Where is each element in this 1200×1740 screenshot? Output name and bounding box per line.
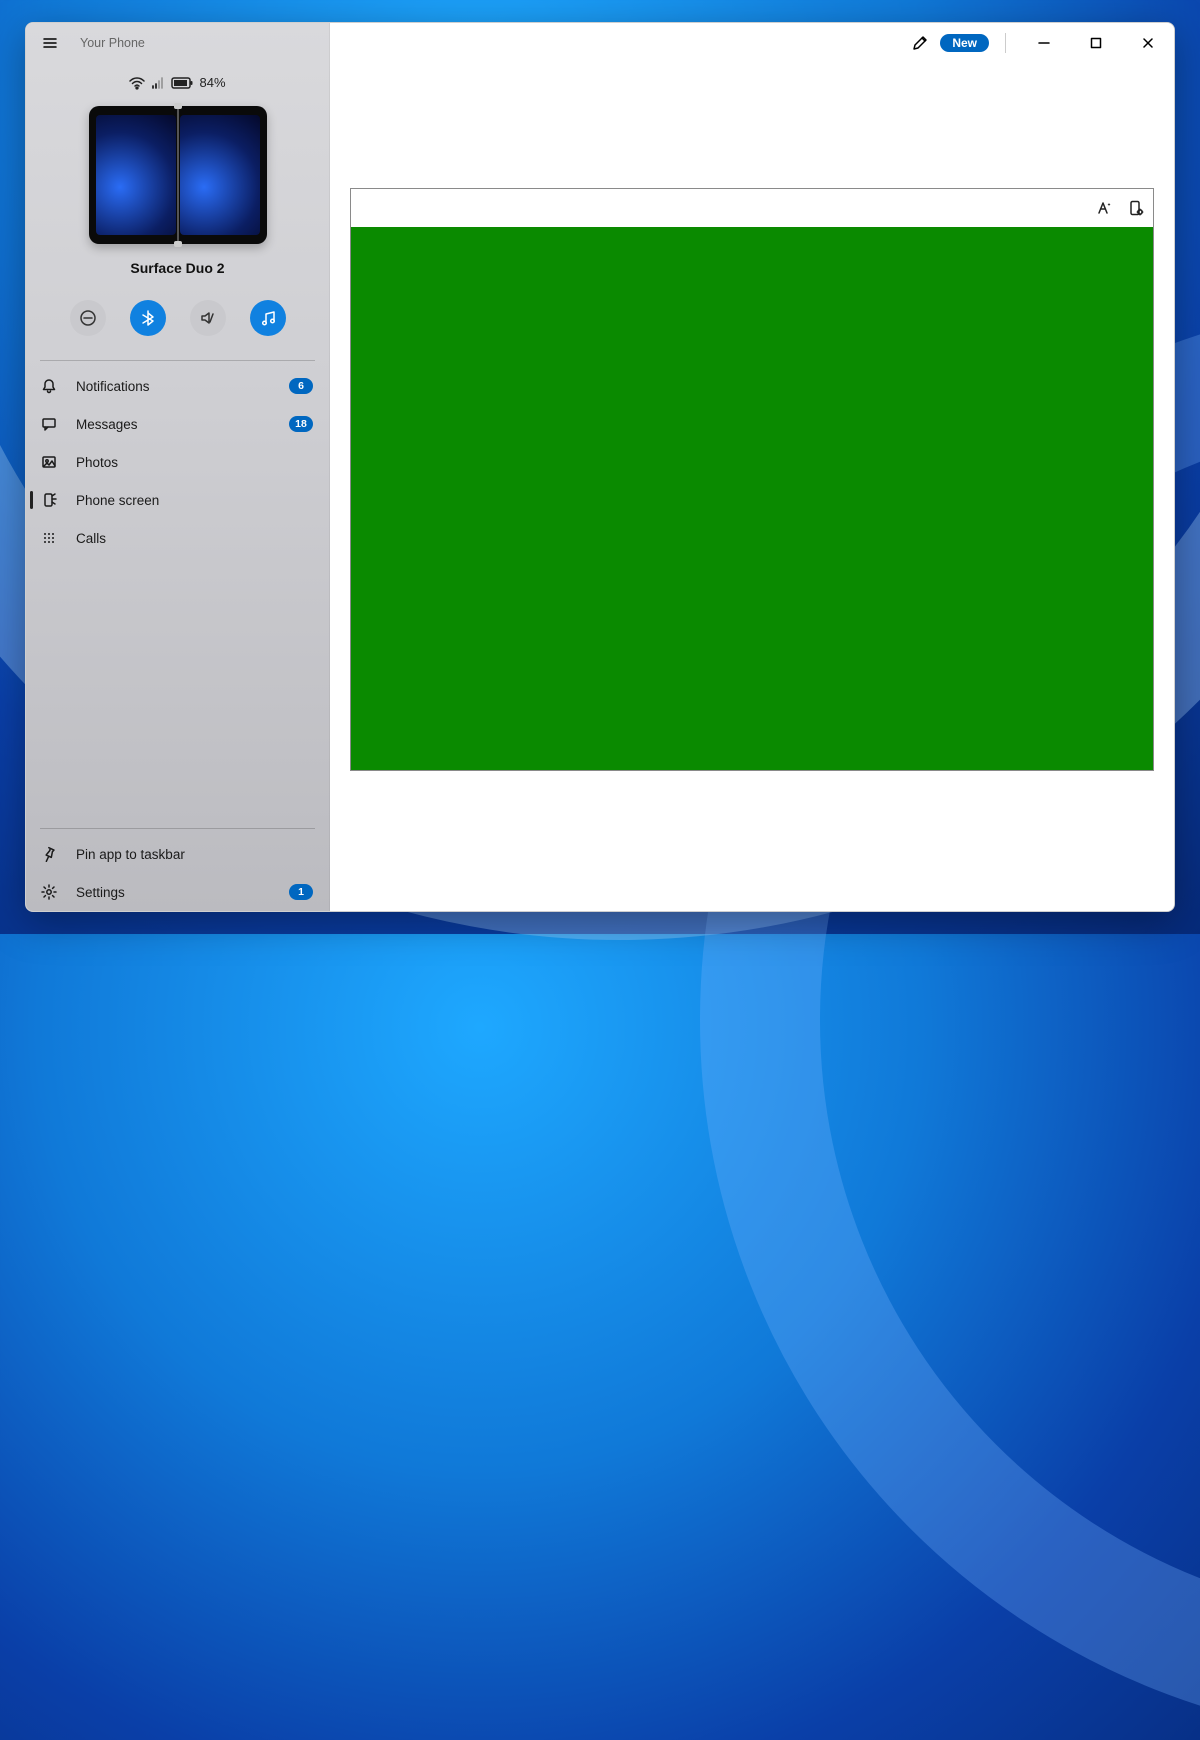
device-preview[interactable] <box>26 106 329 244</box>
footer-list: Pin app to taskbar Settings 1 <box>26 835 329 911</box>
photo-icon <box>40 454 58 470</box>
titlebar-left: Your Phone <box>26 23 329 63</box>
titlebar-right: New <box>330 23 1174 63</box>
nav-messages[interactable]: Messages 18 <box>26 405 329 443</box>
mirror-device-settings-button[interactable] <box>1125 197 1147 219</box>
nav-notifications-badge: 6 <box>289 378 313 394</box>
text-sparkle-icon <box>1096 200 1112 216</box>
gear-icon <box>40 884 58 900</box>
window-minimize-button[interactable] <box>1022 28 1066 58</box>
chat-icon <box>40 416 58 432</box>
nav-notifications[interactable]: Notifications 6 <box>26 367 329 405</box>
phone-mirror-frame <box>350 188 1154 771</box>
window-close-button[interactable] <box>1126 28 1170 58</box>
nav-messages-badge: 18 <box>289 416 313 432</box>
quick-actions-row <box>26 300 329 336</box>
wifi-icon <box>129 76 145 90</box>
pin-icon <box>40 846 58 862</box>
pin-app-label: Pin app to taskbar <box>76 847 185 862</box>
app-window: Your Phone 84% Surface Duo 2 <box>25 22 1175 912</box>
speaker-muted-icon <box>199 309 217 327</box>
nav-list: Notifications 6 Messages 18 Photos <box>26 367 329 557</box>
phone-mirror-surface[interactable] <box>351 227 1153 770</box>
mirror-text-action-button[interactable] <box>1093 197 1115 219</box>
settings-badge: 1 <box>289 884 313 900</box>
phone-gear-icon <box>1128 200 1144 216</box>
device-image <box>89 106 267 244</box>
content-area <box>330 63 1174 911</box>
nav-messages-label: Messages <box>76 417 138 432</box>
dnd-button[interactable] <box>70 300 106 336</box>
settings-button[interactable]: Settings 1 <box>26 873 329 911</box>
app-title: Your Phone <box>80 36 145 50</box>
battery-icon <box>171 77 193 89</box>
nav-calls-label: Calls <box>76 531 106 546</box>
device-hinge <box>177 106 179 244</box>
mirror-toolbar <box>351 189 1153 227</box>
nav-phone-screen[interactable]: Phone screen <box>26 481 329 519</box>
dialpad-icon <box>40 530 58 546</box>
battery-label: 84% <box>199 75 225 90</box>
whats-new-icon[interactable] <box>908 31 932 55</box>
new-pill[interactable]: New <box>940 34 989 52</box>
music-button[interactable] <box>250 300 286 336</box>
signal-icon <box>151 76 165 90</box>
sidebar: Your Phone 84% Surface Duo 2 <box>26 23 330 911</box>
bluetooth-button[interactable] <box>130 300 166 336</box>
main-pane: New <box>330 23 1174 911</box>
window-maximize-button[interactable] <box>1074 28 1118 58</box>
bluetooth-icon <box>139 309 157 327</box>
pin-app-button[interactable]: Pin app to taskbar <box>26 835 329 873</box>
maximize-icon <box>1090 37 1102 49</box>
mute-button[interactable] <box>190 300 226 336</box>
device-status-row: 84% <box>26 75 329 90</box>
close-icon <box>1142 37 1154 49</box>
sidebar-divider-bottom <box>40 828 315 829</box>
bell-icon <box>40 378 58 394</box>
device-screen-left <box>96 115 176 235</box>
device-screen-right <box>180 115 260 235</box>
settings-label: Settings <box>76 885 125 900</box>
sidebar-divider-top <box>40 360 315 361</box>
nav-notifications-label: Notifications <box>76 379 150 394</box>
minimize-icon <box>1038 37 1050 49</box>
header-separator <box>1005 33 1006 53</box>
sidebar-spacer <box>26 557 329 804</box>
nav-photos-label: Photos <box>76 455 118 470</box>
phone-mirror-icon <box>40 492 58 508</box>
dnd-icon <box>79 309 97 327</box>
hamburger-button[interactable] <box>34 27 66 59</box>
music-icon <box>259 309 277 327</box>
nav-photos[interactable]: Photos <box>26 443 329 481</box>
nav-calls[interactable]: Calls <box>26 519 329 557</box>
device-name-label: Surface Duo 2 <box>26 260 329 276</box>
nav-phone-screen-label: Phone screen <box>76 493 159 508</box>
